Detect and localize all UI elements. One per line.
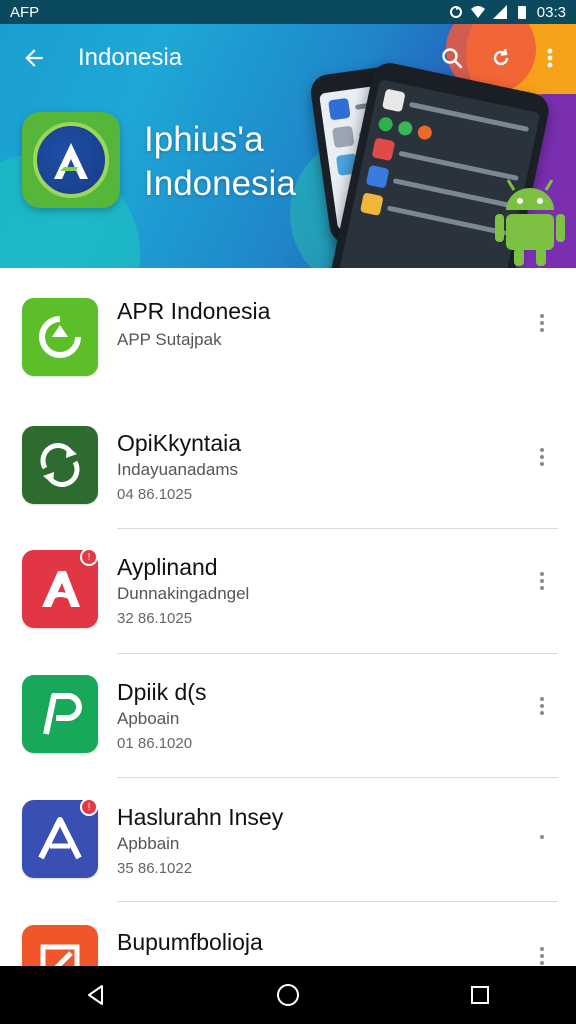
app-subtitle: APP Sutajpak (117, 330, 222, 349)
app-name: Haslurahn Insey (117, 804, 284, 830)
more-vert-icon (540, 448, 544, 466)
app-name: APR Indonesia (117, 298, 271, 324)
app-name: Bupumfbolioja (117, 929, 263, 955)
nav-back-button[interactable] (66, 970, 126, 1020)
app-date: 04 86.1025 (117, 486, 193, 503)
list-item[interactable]: ! Ayplinand Dunnakingadngel 32 86.1025 (0, 520, 576, 644)
refresh-arrow-icon (39, 316, 81, 358)
list-item[interactable]: APR Indonesia APP Sutajpak (0, 268, 576, 392)
sync-arrows-icon (40, 443, 80, 487)
app-icon (22, 426, 98, 504)
toolbar-title: Indonesia (78, 44, 183, 71)
item-menu-button[interactable] (530, 822, 554, 852)
app-list: APR Indonesia APP Sutajpak OpiKkyntaia I… (0, 268, 576, 966)
square-slash-icon (40, 944, 80, 966)
more-dot-icon (540, 835, 544, 839)
letter-a-outline-icon (38, 817, 82, 860)
app-icon (22, 675, 98, 753)
nav-back-icon (88, 985, 103, 1005)
search-button[interactable] (432, 38, 472, 78)
status-left-label: AFP (10, 3, 40, 21)
app-name: Ayplinand (117, 554, 218, 580)
more-vert-icon (540, 947, 544, 965)
toolbar: Indonesia (0, 24, 576, 92)
status-bar: AFP 03:3 (0, 0, 576, 24)
app-name: OpiKkyntaia (117, 430, 242, 456)
more-vert-icon (547, 48, 553, 68)
app-date: 32 86.1025 (117, 610, 193, 627)
app-icon (22, 925, 98, 966)
sync-icon (449, 6, 462, 18)
nav-home-icon (277, 984, 299, 1006)
app-subtitle: Indayuanadams (117, 460, 238, 479)
nav-recents-icon (471, 986, 489, 1004)
app-subtitle: Dunnakingadngel (117, 584, 250, 603)
signal-icon (492, 5, 507, 19)
search-icon (442, 48, 463, 69)
more-vert-icon (540, 314, 544, 332)
notification-badge: ! (80, 798, 98, 816)
notification-badge: ! (80, 548, 98, 566)
list-item[interactable]: Dpiik d(s Apboain 01 86.1020 (0, 645, 576, 769)
item-menu-button[interactable] (530, 308, 554, 338)
hero-app-logo (22, 112, 120, 208)
letter-a-logo-icon (54, 143, 88, 179)
app-date: 01 86.1020 (117, 735, 193, 752)
hero-title-line1: Iphius'a (144, 120, 264, 159)
refresh-icon (493, 48, 509, 66)
more-vert-icon (540, 697, 544, 715)
hero-banner: Indonesia Iphius'a Indonesia (0, 24, 576, 268)
wifi-icon (470, 6, 485, 18)
item-menu-button[interactable] (530, 941, 554, 966)
app-name: Dpiik d(s (117, 679, 207, 705)
letter-a-icon (42, 571, 80, 607)
app-subtitle: Apboain (117, 709, 180, 728)
system-nav-bar (0, 966, 576, 1024)
list-item[interactable]: Bupumfbolioja (0, 895, 576, 966)
list-item[interactable]: ! Haslurahn Insey Apbbain 35 86.1022 (0, 770, 576, 894)
android-robot-icon (495, 179, 565, 266)
list-item[interactable]: OpiKkyntaia Indayuanadams 04 86.1025 (0, 396, 576, 520)
app-icon (22, 298, 98, 376)
status-icons: 03:3 (449, 4, 566, 21)
status-time: 03:3 (536, 3, 566, 21)
item-menu-button[interactable] (530, 691, 554, 721)
item-menu-button[interactable] (530, 442, 554, 472)
more-vert-icon (540, 572, 544, 590)
logo-circle (33, 122, 109, 198)
nav-home-button[interactable] (258, 970, 318, 1020)
refresh-button[interactable] (481, 38, 521, 78)
hero-title-line2: Indonesia (144, 164, 296, 203)
back-button[interactable] (14, 38, 54, 78)
item-menu-button[interactable] (530, 566, 554, 596)
nav-recents-button[interactable] (450, 970, 510, 1020)
letter-p-icon (43, 693, 82, 735)
battery-icon (517, 6, 526, 19)
back-arrow-icon (25, 49, 43, 67)
app-date: 35 86.1022 (117, 860, 193, 877)
more-options-button[interactable] (530, 38, 570, 78)
app-subtitle: Apbbain (117, 834, 180, 853)
hero-title: Iphius'a Indonesia (144, 118, 296, 206)
